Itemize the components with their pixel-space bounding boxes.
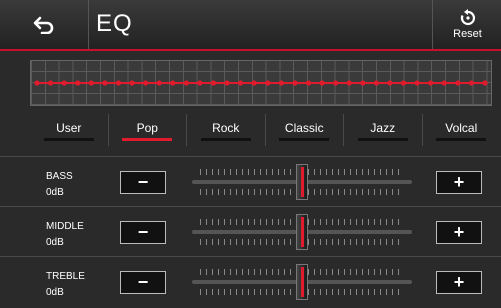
slider-thumb[interactable] <box>296 164 308 200</box>
eq-curve-point <box>224 80 230 86</box>
eq-curve-graph <box>30 60 492 106</box>
band-name: TREBLE <box>46 271 85 282</box>
preset-label: Volcal <box>445 121 478 135</box>
eq-curve <box>34 80 488 86</box>
eq-curve-point <box>360 80 366 86</box>
preset-indicator <box>279 138 330 141</box>
eq-curve-point <box>47 80 54 86</box>
bass-slider[interactable] <box>192 163 412 201</box>
preset-indicator <box>357 138 408 141</box>
eq-curve-point <box>143 80 149 86</box>
preset-indicator <box>436 138 487 141</box>
eq-curve-point <box>319 80 325 86</box>
eq-curve-point <box>292 80 298 86</box>
preset-label: User <box>56 121 82 135</box>
eq-curve-point <box>373 80 379 86</box>
preset-pop[interactable]: Pop <box>109 114 187 146</box>
band-value: 0dB <box>46 287 64 298</box>
eq-curve-point <box>115 80 122 86</box>
preset-label: Classic <box>284 121 324 135</box>
band-row-bass: BASS 0dB − + <box>0 156 501 206</box>
band-row-treble: TREBLE 0dB − + <box>0 256 501 306</box>
preset-rock[interactable]: Rock <box>187 114 266 146</box>
eq-curve-point <box>278 80 284 86</box>
eq-curve-point <box>251 80 257 86</box>
eq-curve-point <box>34 80 40 86</box>
preset-vocal[interactable]: Volcal <box>423 114 501 146</box>
preset-jazz[interactable]: Jazz <box>344 114 423 146</box>
eq-curve-point <box>238 80 244 86</box>
eq-curve-point <box>455 80 461 86</box>
eq-curve-point <box>102 80 108 86</box>
band-label: TREBLE 0dB <box>46 269 85 301</box>
slider-thumb[interactable] <box>296 264 308 300</box>
preset-indicator <box>122 138 173 141</box>
eq-curve-point <box>333 80 339 86</box>
preset-indicator <box>43 138 94 141</box>
eq-curve-point <box>305 80 312 86</box>
top-bar: EQ Reset <box>0 0 501 51</box>
eq-curve-point <box>129 80 135 86</box>
preset-label: Pop <box>136 121 158 135</box>
eq-curve-point <box>183 80 189 86</box>
reset-label: Reset <box>453 28 482 40</box>
eq-curve-point <box>197 80 203 86</box>
preset-label: Rock <box>212 121 240 135</box>
eq-curve-point <box>482 80 488 86</box>
preset-user[interactable]: User <box>30 114 109 146</box>
eq-curve-point <box>75 80 81 86</box>
reset-icon <box>460 9 475 26</box>
eq-curve-point <box>156 80 162 86</box>
band-label: MIDDLE 0dB <box>46 219 84 251</box>
middle-plus-button[interactable]: + <box>436 221 482 244</box>
preset-tabs: User Pop Rock Classic Jazz Volcal <box>30 114 500 146</box>
eq-curve-point <box>468 80 475 86</box>
eq-curve-point <box>400 80 407 86</box>
bass-plus-button[interactable]: + <box>436 171 482 194</box>
band-value: 0dB <box>46 237 64 248</box>
band-row-middle: MIDDLE 0dB − + <box>0 206 501 256</box>
preset-label: Jazz <box>370 121 396 135</box>
page-title: EQ <box>96 10 133 37</box>
eq-curve-point <box>441 80 447 86</box>
preset-indicator <box>200 138 251 141</box>
treble-minus-button[interactable]: − <box>120 271 166 294</box>
band-name: MIDDLE <box>46 221 84 232</box>
treble-slider[interactable] <box>192 263 412 301</box>
eq-curve-point <box>88 80 94 86</box>
back-button[interactable] <box>0 0 89 49</box>
band-label: BASS 0dB <box>46 169 73 201</box>
reset-button[interactable]: Reset <box>432 0 501 49</box>
preset-classic[interactable]: Classic <box>266 114 344 146</box>
treble-plus-button[interactable]: + <box>436 271 482 294</box>
eq-curve-point <box>346 80 352 86</box>
slider-thumb[interactable] <box>296 214 308 250</box>
eq-curve-point <box>170 80 176 86</box>
eq-curve-point <box>414 80 420 86</box>
bass-minus-button[interactable]: − <box>120 171 166 194</box>
eq-curve-point <box>210 80 217 86</box>
middle-minus-button[interactable]: − <box>120 221 166 244</box>
band-name: BASS <box>46 171 73 182</box>
eq-curve-point <box>265 80 271 86</box>
eq-curve-point <box>428 80 434 86</box>
eq-curve-point <box>387 80 393 86</box>
band-value: 0dB <box>46 187 64 198</box>
back-arrow-icon <box>33 16 54 34</box>
middle-slider[interactable] <box>192 213 412 251</box>
eq-curve-point <box>61 80 67 86</box>
